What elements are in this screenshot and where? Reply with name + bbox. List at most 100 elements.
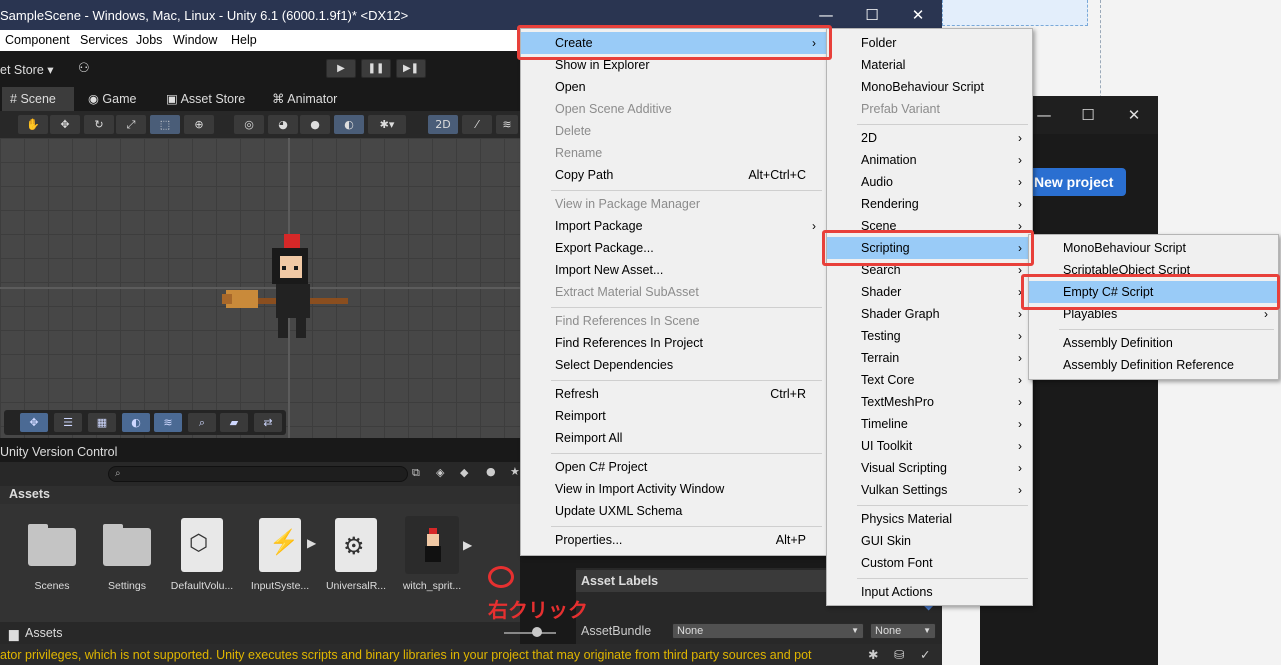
menu-item-export-package[interactable]: Export Package... bbox=[521, 237, 826, 259]
asset-item[interactable]: ⚡ ▶ InputSyste... bbox=[244, 516, 316, 592]
create-item-custom-font[interactable]: Custom Font bbox=[827, 552, 1032, 574]
asset-item[interactable]: ⬡ DefaultVolu... bbox=[166, 516, 238, 592]
cache-icon[interactable]: ⛁ bbox=[894, 647, 904, 662]
tab-scene[interactable]: # Scene bbox=[2, 87, 74, 111]
create-item-animation[interactable]: Animation › bbox=[827, 149, 1032, 171]
shuffle-icon[interactable]: ⇄ bbox=[254, 413, 282, 432]
type-filter-icon[interactable]: ◈ bbox=[436, 466, 444, 479]
minimize-icon[interactable]: — bbox=[814, 5, 838, 25]
rotate-tool-icon[interactable]: ↻ bbox=[84, 115, 114, 134]
camera-icon[interactable]: ▰ bbox=[220, 413, 248, 432]
create-item-shader-graph[interactable]: Shader Graph › bbox=[827, 303, 1032, 325]
menu-component[interactable]: Component bbox=[5, 33, 70, 47]
menu-window[interactable]: Window bbox=[173, 33, 217, 47]
debug-icon[interactable]: ✱▾ bbox=[368, 115, 406, 134]
menu-item-import-new-asset[interactable]: Import New Asset... bbox=[521, 259, 826, 281]
create-item-visual-scripting[interactable]: Visual Scripting › bbox=[827, 457, 1032, 479]
audio-mute-icon[interactable]: ⁄ bbox=[462, 115, 492, 134]
create-item-monobehaviour-script[interactable]: MonoBehaviour Script bbox=[827, 76, 1032, 98]
zoom-slider-handle[interactable] bbox=[532, 627, 542, 637]
menu-item-select-dependencies[interactable]: Select Dependencies bbox=[521, 354, 826, 376]
check-icon[interactable]: ✓ bbox=[920, 647, 930, 662]
menu-item-find-references-in-project[interactable]: Find References In Project bbox=[521, 332, 826, 354]
network-icon[interactable]: ⚇ bbox=[78, 60, 90, 76]
assetbundle-variant-dropdown[interactable]: None ▼ bbox=[870, 623, 936, 639]
search-icon[interactable]: ⌕ bbox=[188, 413, 216, 432]
create-item-testing[interactable]: Testing › bbox=[827, 325, 1032, 347]
assetbundle-name-dropdown[interactable]: None ▼ bbox=[672, 623, 864, 639]
version-control-label[interactable]: Unity Version Control bbox=[0, 445, 117, 459]
view-icon[interactable]: ◐ bbox=[122, 413, 150, 432]
menu-item-reimport[interactable]: Reimport bbox=[521, 405, 826, 427]
create-item-terrain[interactable]: Terrain › bbox=[827, 347, 1032, 369]
play-button[interactable]: ▶ bbox=[326, 59, 356, 78]
close-icon[interactable]: ✕ bbox=[1124, 106, 1144, 124]
menu-help[interactable]: Help bbox=[231, 33, 257, 47]
scripting-item-monobehaviour-script[interactable]: MonoBehaviour Script bbox=[1029, 237, 1278, 259]
move-tool-icon[interactable]: ✥ bbox=[50, 115, 80, 134]
menu-item-refresh[interactable]: Refresh Ctrl+R bbox=[521, 383, 826, 405]
favorite-icon[interactable]: ★ bbox=[510, 465, 520, 478]
menu-item-reimport-all[interactable]: Reimport All bbox=[521, 427, 826, 449]
menu-jobs[interactable]: Jobs bbox=[136, 33, 162, 47]
new-project-button[interactable]: New project bbox=[1028, 168, 1126, 196]
grid-snap-icon[interactable]: ▦ bbox=[88, 413, 116, 432]
layers-icon[interactable]: ≋ bbox=[154, 413, 182, 432]
wireframe-shading-icon[interactable]: ◎ bbox=[234, 115, 264, 134]
create-item-gui-skin[interactable]: GUI Skin bbox=[827, 530, 1032, 552]
create-item-input-actions[interactable]: Input Actions bbox=[827, 581, 1032, 603]
create-item-timeline[interactable]: Timeline › bbox=[827, 413, 1032, 435]
label-icon[interactable]: ◆ bbox=[460, 466, 468, 479]
scale-tool-icon[interactable]: ⤢ bbox=[116, 115, 146, 134]
shaded-wire-icon[interactable]: ◕ bbox=[268, 115, 298, 134]
create-item-2d[interactable]: 2D › bbox=[827, 127, 1032, 149]
debug-icon[interactable]: ✱ bbox=[868, 647, 878, 662]
status-message[interactable]: ator privileges, which is not supported.… bbox=[0, 648, 840, 662]
menu-item-properties[interactable]: Properties... Alt+P bbox=[521, 529, 826, 551]
create-item-audio[interactable]: Audio › bbox=[827, 171, 1032, 193]
filter-icon[interactable]: ⧉ bbox=[412, 466, 420, 480]
menu-item-open-c-project[interactable]: Open C# Project bbox=[521, 456, 826, 478]
asset-item[interactable]: Settings bbox=[91, 516, 163, 592]
create-item-material[interactable]: Material bbox=[827, 54, 1032, 76]
menu-item-update-uxml-schema[interactable]: Update UXML Schema bbox=[521, 500, 826, 522]
transform-tool-icon[interactable]: ⊕ bbox=[184, 115, 214, 134]
menu-item-import-package[interactable]: Import Package › bbox=[521, 215, 826, 237]
minimize-icon[interactable]: — bbox=[1034, 106, 1054, 124]
asset-item[interactable]: ▶ witch_sprit... bbox=[396, 516, 472, 592]
lighting-icon[interactable]: ◐ bbox=[334, 115, 364, 134]
tab-game[interactable]: ◉ Game bbox=[80, 87, 144, 111]
tab-animator[interactable]: ⌘ Animator bbox=[264, 87, 345, 111]
create-item-vulkan-settings[interactable]: Vulkan Settings › bbox=[827, 479, 1032, 501]
move-icon[interactable]: ✥ bbox=[20, 413, 48, 432]
maximize-icon[interactable]: ☐ bbox=[1078, 106, 1098, 124]
scripting-item-assembly-definition-reference[interactable]: Assembly Definition Reference bbox=[1029, 354, 1278, 376]
create-item-text-core[interactable]: Text Core › bbox=[827, 369, 1032, 391]
tab-asset-store[interactable]: ▣ Asset Store bbox=[158, 87, 253, 111]
hand-tool-icon[interactable]: ✋ bbox=[18, 115, 48, 134]
create-item-textmeshpro[interactable]: TextMeshPro › bbox=[827, 391, 1032, 413]
asset-item[interactable]: ⚙ UniversalR... bbox=[320, 516, 392, 592]
asset-item[interactable]: Scenes bbox=[16, 516, 88, 592]
pause-button[interactable]: ❚❚ bbox=[361, 59, 391, 78]
witch-sprite[interactable] bbox=[222, 226, 352, 350]
menu-services[interactable]: Services bbox=[80, 33, 128, 47]
settings-icon[interactable]: ☰ bbox=[54, 413, 82, 432]
create-item-shader[interactable]: Shader › bbox=[827, 281, 1032, 303]
create-item-ui-toolkit[interactable]: UI Toolkit › bbox=[827, 435, 1032, 457]
warning-icon[interactable]: ● bbox=[486, 465, 496, 478]
menu-item-open[interactable]: Open bbox=[521, 76, 826, 98]
step-button[interactable]: ▶❚ bbox=[396, 59, 426, 78]
asset-store-dropdown[interactable]: et Store ▾ bbox=[0, 62, 54, 77]
close-icon[interactable]: ✕ bbox=[906, 5, 930, 25]
menu-item-view-in-import-activity-window[interactable]: View in Import Activity Window bbox=[521, 478, 826, 500]
mode-2d-button[interactable]: 2D bbox=[428, 115, 458, 134]
zoom-slider-track[interactable] bbox=[504, 632, 556, 634]
assets-breadcrumb[interactable]: Assets bbox=[9, 487, 50, 501]
menu-item-copy-path[interactable]: Copy Path Alt+Ctrl+C bbox=[521, 164, 826, 186]
layers-icon[interactable]: ≋ bbox=[496, 115, 518, 134]
create-item-rendering[interactable]: Rendering › bbox=[827, 193, 1032, 215]
create-item-folder[interactable]: Folder bbox=[827, 32, 1032, 54]
search-input[interactable]: ⌕ bbox=[108, 466, 408, 482]
maximize-icon[interactable]: ☐ bbox=[860, 5, 884, 25]
